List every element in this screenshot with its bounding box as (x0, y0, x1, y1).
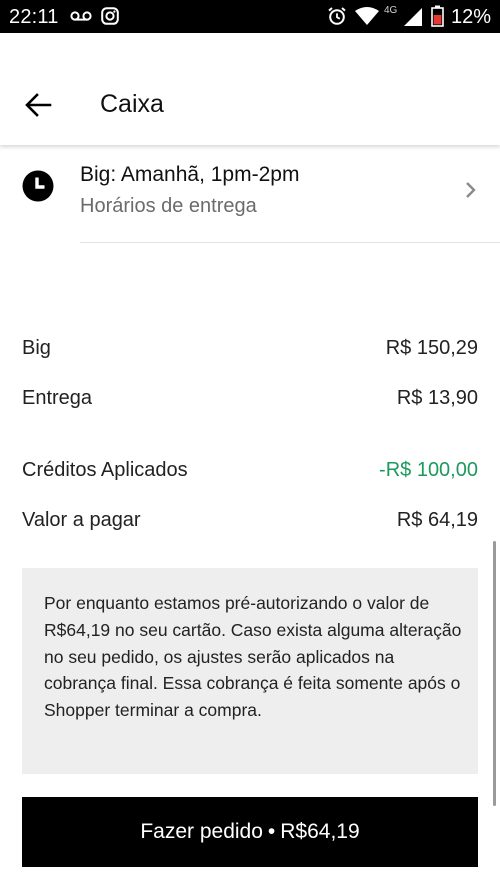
status-time: 22:11 (9, 6, 59, 28)
summary-row-credits: Créditos Aplicados -R$ 100,00 (22, 456, 478, 484)
store-subtotal-label: Big (22, 337, 51, 359)
credits-value: -R$ 100,00 (379, 459, 478, 481)
chevron-right-icon (466, 182, 476, 198)
delivery-slot-subtitle: Horários de entrega (80, 195, 257, 217)
voicemail-icon (70, 11, 92, 21)
delivery-divider (80, 242, 500, 243)
page-title: Caixa (100, 90, 164, 118)
summary-row-delivery: Entrega R$ 13,90 (22, 384, 478, 412)
instagram-icon (101, 7, 119, 25)
delivery-fee-value: R$ 13,90 (396, 387, 478, 409)
delivery-schedule-row[interactable]: Big: Amanhã, 1pm-2pm Horários de entrega (0, 146, 500, 243)
summary-row-store: Big R$ 150,29 (22, 334, 478, 362)
credits-label: Créditos Aplicados (22, 459, 188, 481)
back-button[interactable] (20, 88, 60, 128)
preauthorization-notice: Por enquanto estamos pré-autorizando o v… (22, 568, 478, 774)
status-bar: 22:11 4G 12% (0, 0, 500, 33)
place-order-button[interactable]: Fazer pedido • R$64,19 (22, 797, 478, 867)
battery-low-icon (431, 5, 444, 27)
scrollbar[interactable] (493, 541, 496, 806)
network-type-label: 4G (384, 5, 398, 16)
delivery-fee-label: Entrega (22, 387, 93, 409)
summary-row-total: Valor a pagar R$ 64,19 (22, 506, 478, 534)
alarm-icon (328, 7, 346, 25)
cell-signal-icon (404, 8, 422, 26)
arrow-left-icon (25, 93, 52, 117)
place-order-separator: • (267, 820, 276, 843)
place-order-amount: R$64,19 (280, 820, 360, 843)
notice-text: Por enquanto estamos pré-autorizando o v… (44, 593, 462, 721)
clock-icon (22, 170, 54, 202)
total-label: Valor a pagar (22, 509, 141, 531)
battery-percent: 12% (450, 6, 491, 28)
total-value: R$ 64,19 (396, 509, 478, 531)
header: Caixa (0, 33, 500, 145)
wifi-icon (355, 7, 379, 25)
delivery-slot-title: Big: Amanhã, 1pm-2pm (80, 163, 300, 186)
place-order-label: Fazer pedido (140, 820, 263, 843)
store-subtotal-value: R$ 150,29 (385, 337, 478, 359)
